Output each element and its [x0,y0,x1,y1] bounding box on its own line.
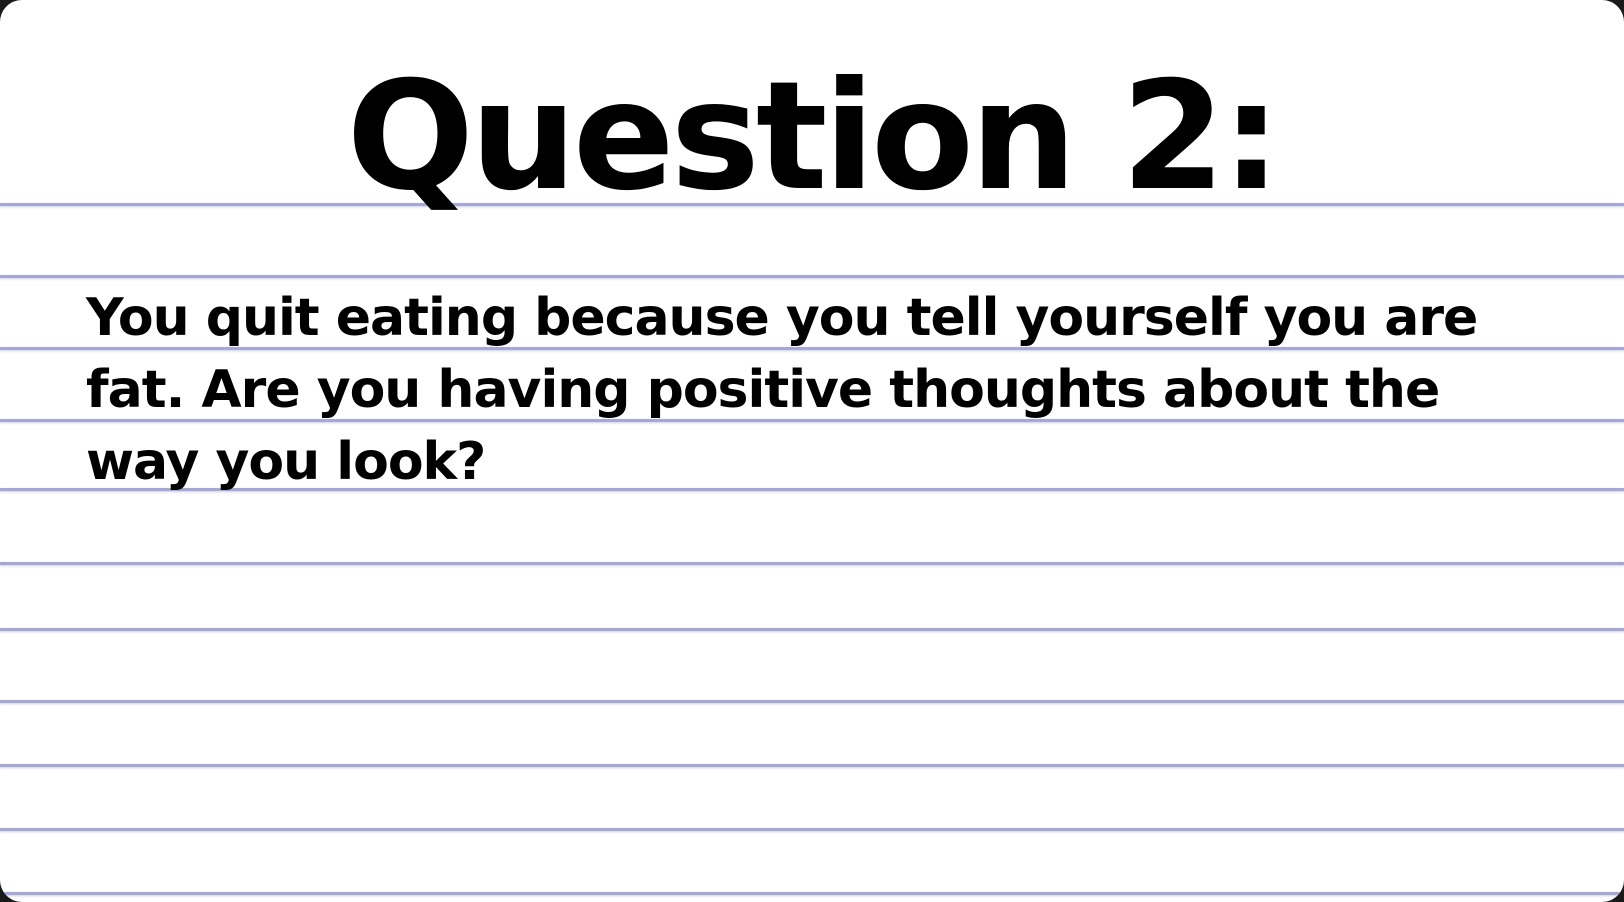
question-text: You quit eating because you tell yoursel… [86,288,1478,492]
ruled-line [0,628,1624,631]
ruled-line [0,275,1624,278]
ruled-line [0,562,1624,565]
card-title: Question 2: [346,50,1282,224]
index-card: Question 2: You quit eating because you … [0,0,1624,902]
ruled-line [0,700,1624,703]
ruled-line [0,764,1624,767]
ruled-line [0,828,1624,831]
ruled-line [0,892,1624,895]
